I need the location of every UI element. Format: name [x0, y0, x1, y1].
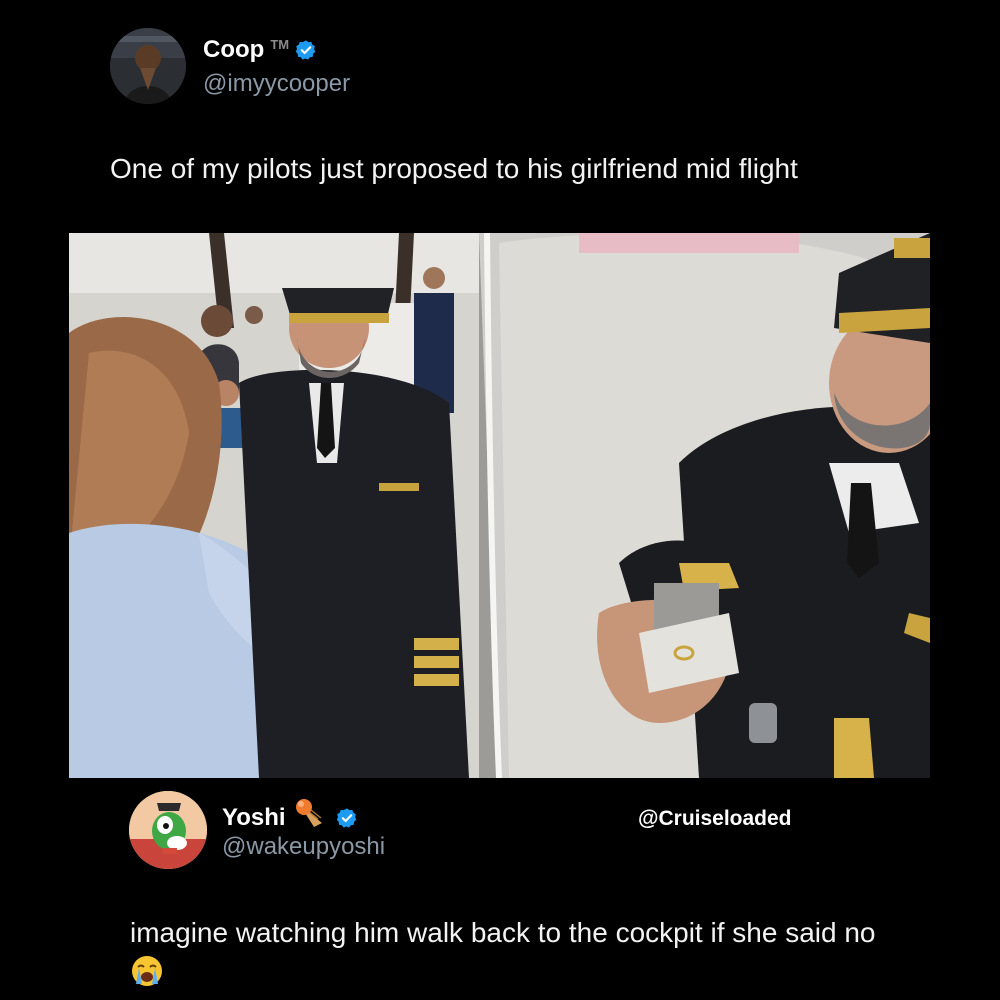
user-handle[interactable]: @imyycooper [203, 70, 350, 98]
ice-cream-cone-icon [294, 799, 328, 836]
tweet-media[interactable] [69, 233, 930, 778]
tweet-screenshot: Coop TM @imyycooper One of my pilots jus… [0, 0, 1000, 1000]
reply-user-handle[interactable]: @wakeupyoshi [222, 833, 385, 861]
trademark-mark: TM [270, 36, 290, 52]
display-name-text: Coop [203, 36, 265, 63]
verified-badge-icon [295, 39, 317, 61]
reply-text: imagine watching him walk back to the co… [130, 917, 876, 948]
watermark: @Cruiseloaded [638, 807, 792, 830]
photo-proposal-cabin-icon [69, 233, 479, 778]
loudly-crying-face-icon [130, 954, 164, 1000]
reply-text-block: imagine watching him walk back to the co… [130, 912, 890, 1000]
reply-display-name[interactable]: Yoshi [222, 799, 358, 836]
reply-avatar[interactable] [129, 791, 207, 869]
photo-pilot-ring-icon [479, 233, 930, 778]
reply-display-name-text: Yoshi [222, 803, 286, 831]
tweet-text: One of my pilots just proposed to his gi… [110, 153, 798, 184]
display-name[interactable]: Coop TM [203, 36, 317, 64]
verified-badge-icon [336, 807, 358, 829]
avatar[interactable] [110, 28, 186, 104]
